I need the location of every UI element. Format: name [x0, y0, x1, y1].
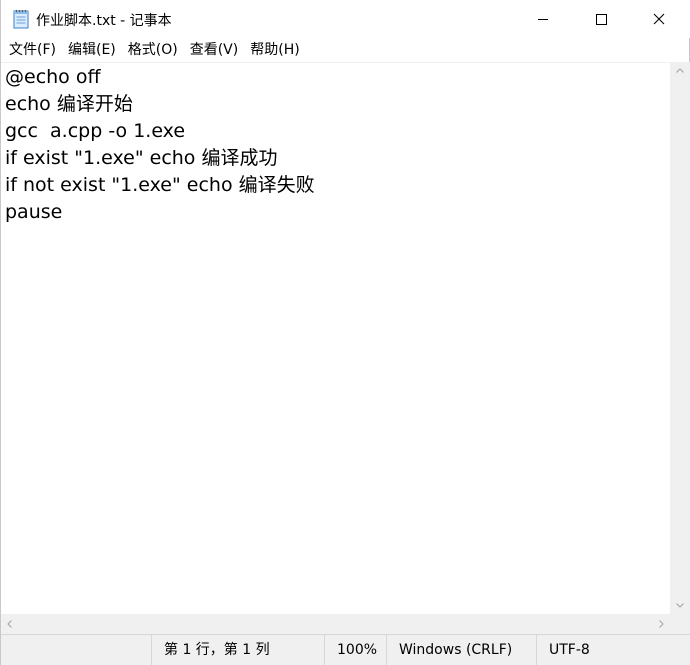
menu-file[interactable]: 文件(F)	[3, 38, 62, 62]
scroll-down-button[interactable]	[670, 597, 690, 614]
line-ending: Windows (CRLF)	[386, 635, 536, 665]
chevron-left-icon	[7, 620, 12, 628]
minimize-button[interactable]	[514, 0, 572, 38]
scroll-up-button[interactable]	[670, 62, 690, 79]
menu-edit[interactable]: 编辑(E)	[62, 38, 122, 62]
scroll-corner	[670, 614, 690, 634]
close-button[interactable]	[630, 0, 688, 38]
status-bar: 第 1 行，第 1 列 100% Windows (CRLF) UTF-8	[1, 634, 690, 665]
text-line[interactable]: @echo off	[1, 64, 670, 91]
menu-format[interactable]: 格式(O)	[122, 38, 184, 62]
chevron-right-icon	[659, 620, 664, 628]
menu-view[interactable]: 查看(V)	[184, 38, 245, 62]
zoom-level: 100%	[324, 635, 386, 665]
text-line[interactable]: if not exist "1.exe" echo 编译失败	[1, 172, 670, 199]
text-line[interactable]: if exist "1.exe" echo 编译成功	[1, 145, 670, 172]
window-title: 作业脚本.txt - 记事本	[36, 13, 172, 29]
maximize-icon	[596, 14, 607, 25]
scroll-right-button[interactable]	[653, 614, 670, 634]
maximize-button[interactable]	[572, 0, 630, 38]
menu-help[interactable]: 帮助(H)	[244, 38, 305, 62]
horizontal-scrollbar[interactable]	[1, 614, 670, 634]
menu-bar: 文件(F) 编辑(E) 格式(O) 查看(V) 帮助(H)	[1, 38, 690, 62]
minimize-icon	[538, 19, 548, 20]
cursor-position: 第 1 行，第 1 列	[151, 635, 324, 665]
close-icon	[653, 13, 665, 25]
title-bar[interactable]: 作业脚本.txt - 记事本	[1, 0, 690, 38]
notepad-window: 作业脚本.txt - 记事本 文件(F) 编辑(E) 格式(O) 查看(V) 帮…	[0, 0, 690, 665]
scroll-left-button[interactable]	[1, 614, 18, 634]
text-line[interactable]: gcc a.cpp -o 1.exe	[1, 118, 670, 145]
text-line[interactable]: pause	[1, 199, 670, 226]
chevron-up-icon	[676, 68, 684, 73]
text-editor-area[interactable]: @echo off echo 编译开始 gcc a.cpp -o 1.exe i…	[1, 62, 670, 614]
text-line[interactable]: echo 编译开始	[1, 91, 670, 118]
notepad-icon[interactable]	[12, 9, 30, 29]
chevron-down-icon	[676, 603, 684, 608]
text-encoding: UTF-8	[536, 635, 690, 665]
vertical-scrollbar[interactable]	[670, 62, 690, 614]
